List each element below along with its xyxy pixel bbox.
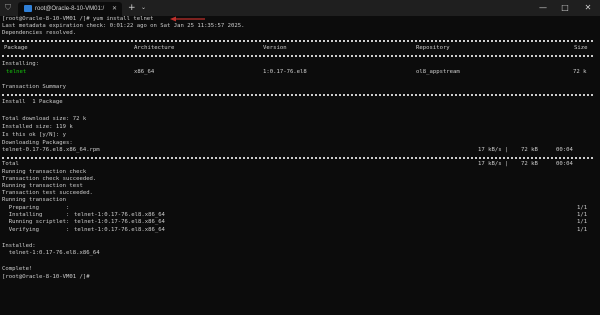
pkg-arch: x86_64 <box>134 69 155 75</box>
step-label: Running scriptlet: <box>2 219 70 225</box>
command-line: [root@Oracle-8-10-VM01 /]# yum install t… <box>2 16 154 22</box>
transaction-line: Transaction check succeeded. <box>2 176 97 182</box>
pkg-repo: ol8_appstream <box>416 69 460 75</box>
maximize-button[interactable]: □ <box>558 2 572 14</box>
transaction-line: Running transaction check <box>2 169 87 175</box>
transaction-line: Running transaction <box>2 197 66 203</box>
total-download: Total download size: 72 k <box>2 116 87 122</box>
download-size: 72 kB <box>521 147 538 153</box>
pkg-version: 1:0.17-76.el8 <box>263 69 307 75</box>
pkg-size: 72 k <box>573 69 587 75</box>
step-label: Verifying : <box>2 227 70 233</box>
step-count: 1/1 <box>577 227 588 233</box>
summary-title: Transaction Summary <box>2 84 66 90</box>
tab-close-icon[interactable]: ✕ <box>112 4 117 14</box>
transaction-line: Transaction test succeeded. <box>2 190 93 196</box>
new-tab-button[interactable]: + <box>128 2 136 14</box>
confirm-line: Is this ok [y/N]: y <box>2 132 66 138</box>
minimize-button[interactable]: — <box>536 2 550 14</box>
installed-label: Installed: <box>2 243 36 249</box>
final-prompt: [root@Oracle-8-10-VM01 /]# <box>2 274 93 280</box>
download-time: 00:04 <box>556 147 573 153</box>
step-pkg: telnet-1:0.17-76.el8.x86_64 <box>74 219 165 225</box>
step-pkg: telnet-1:0.17-76.el8.x86_64 <box>74 212 165 218</box>
total-time: 00:04 <box>556 161 573 167</box>
total-label: Total <box>2 161 19 167</box>
separator <box>2 94 593 96</box>
header-architecture: Architecture <box>134 45 175 51</box>
title-bar: ⛉ root@Oracle-8-10-VM01:/ ✕ + ⌄ — □ ✕ <box>0 0 600 16</box>
terminal-output[interactable]: [root@Oracle-8-10-VM01 /]# yum install t… <box>0 16 600 315</box>
step-label: Installing : <box>2 212 70 218</box>
transaction-line: Running transaction test <box>2 183 83 189</box>
step-count: 1/1 <box>577 219 588 225</box>
total-speed: 17 kB/s | <box>478 161 509 167</box>
separator <box>2 55 593 57</box>
separator <box>2 157 593 159</box>
separator <box>2 40 593 42</box>
downloading-line: Downloading Packages: <box>2 140 73 146</box>
metadata-line: Last metadata expiration check: 0:01:22 … <box>2 23 245 29</box>
step-pkg: telnet-1:0.17-76.el8.x86_64 <box>74 227 165 233</box>
header-package: Package <box>4 45 28 51</box>
total-size: 72 kB <box>521 161 538 167</box>
step-count: 1/1 <box>577 205 588 211</box>
header-repository: Repository <box>416 45 450 51</box>
close-button[interactable]: ✕ <box>581 2 595 14</box>
terminal-icon <box>24 5 32 12</box>
tab-terminal[interactable]: root@Oracle-8-10-VM01:/ ✕ <box>18 2 122 16</box>
download-file: telnet-0.17-76.el8.x86_64.rpm <box>2 147 100 153</box>
install-count: Install 1 Package <box>2 99 63 105</box>
deps-line: Dependencies resolved. <box>2 30 77 36</box>
step-label: Preparing : <box>2 205 70 211</box>
pkg-name: telnet <box>6 69 27 75</box>
installed-pkg: telnet-1:0.17-76.el8.x86_64 <box>2 250 100 256</box>
header-version: Version <box>263 45 287 51</box>
installed-size: Installed size: 119 k <box>2 124 73 130</box>
header-size: Size <box>574 45 588 51</box>
step-count: 1/1 <box>577 212 588 218</box>
shield-icon[interactable]: ⛉ <box>3 3 13 13</box>
tab-title: root@Oracle-8-10-VM01:/ <box>35 6 105 12</box>
complete-line: Complete! <box>2 266 33 272</box>
download-speed: 17 kB/s | <box>478 147 509 153</box>
chevron-down-icon[interactable]: ⌄ <box>141 3 146 13</box>
installing-label: Installing: <box>2 61 40 67</box>
